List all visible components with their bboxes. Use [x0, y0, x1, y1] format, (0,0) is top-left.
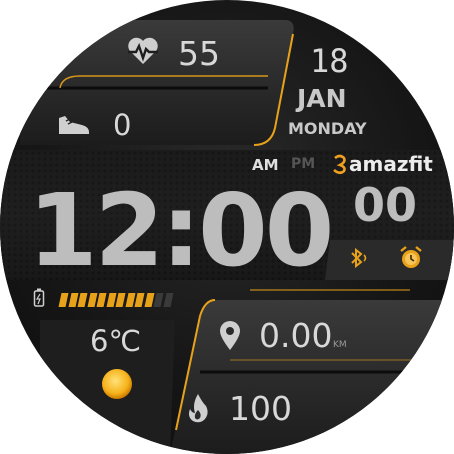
date-weekday: MONDAY — [288, 119, 367, 138]
pm-indicator: PM — [291, 156, 316, 172]
battery-segment — [134, 293, 145, 307]
battery-segment — [125, 293, 135, 307]
battery-icon — [33, 288, 45, 307]
battery-segment — [163, 293, 173, 307]
amazfit-logo-icon — [333, 154, 346, 175]
battery-segment — [77, 293, 88, 307]
distance-value: 0.00 — [259, 316, 333, 355]
heart-rate-value: 55 — [178, 34, 220, 73]
battery-segment — [58, 293, 69, 307]
battery-segment — [87, 293, 97, 307]
sneaker-icon — [59, 116, 89, 134]
time-seconds: 00 — [353, 178, 418, 232]
temperature-value: 6℃ — [90, 324, 142, 358]
battery-segment — [96, 293, 107, 307]
steps-value: 0 — [113, 108, 132, 142]
brand-logo: amazfit — [349, 152, 433, 176]
location-pin-icon — [220, 321, 240, 350]
date-month: JAN — [297, 84, 347, 113]
battery-segment — [106, 293, 116, 307]
flame-icon — [189, 394, 208, 423]
battery-segment — [115, 293, 126, 307]
alarm-icon — [400, 246, 422, 268]
watch-face: 55 0 18 JAN MONDAY AM PM amazfit 12:00 0… — [0, 0, 454, 454]
time-hours-minutes: 12:00 — [28, 172, 334, 289]
calories-value: 100 — [229, 389, 292, 428]
battery-segment — [68, 293, 78, 307]
battery-segment — [144, 293, 154, 307]
distance-unit: KM — [333, 340, 347, 350]
bluetooth-icon — [351, 247, 367, 269]
heart-pulse-icon — [128, 37, 158, 64]
sun-icon — [102, 369, 132, 399]
battery-segment — [153, 293, 164, 307]
battery-level-bar — [58, 293, 176, 307]
date-day: 18 — [310, 42, 349, 80]
